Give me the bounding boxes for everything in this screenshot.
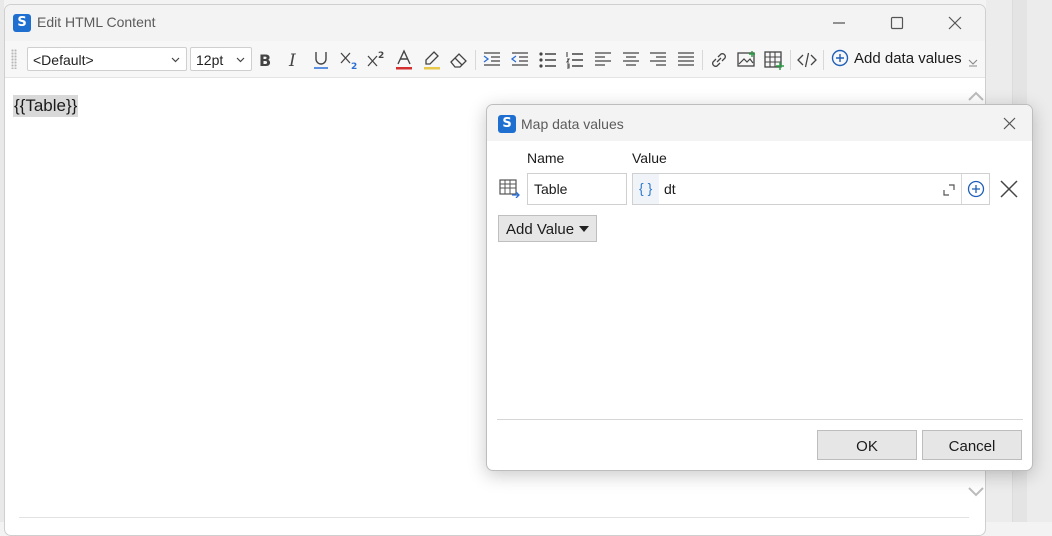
maximize-icon [890, 16, 904, 30]
app-logo-icon: S [498, 115, 516, 133]
toolbar-grip[interactable] [11, 49, 17, 69]
name-field[interactable]: Table [527, 173, 627, 205]
close-icon [948, 16, 962, 30]
highlighter-icon [424, 51, 440, 70]
minimize-icon [833, 22, 845, 24]
align-left-button[interactable] [592, 49, 614, 71]
value-field[interactable]: { } dt [632, 173, 990, 205]
dialog-title: Map data values [521, 116, 624, 132]
align-center-button[interactable] [620, 49, 642, 71]
highlight-button[interactable] [421, 49, 443, 71]
svg-text:2: 2 [351, 62, 357, 71]
justify-icon [678, 52, 694, 66]
expression-icon: { } [633, 174, 659, 204]
align-right-button[interactable] [647, 49, 669, 71]
italic-icon: I [288, 51, 296, 71]
column-header-name: Name [527, 150, 565, 166]
link-icon [712, 53, 726, 67]
bold-icon: B [259, 51, 271, 70]
svg-text:I: I [288, 51, 296, 71]
scroll-up-icon[interactable] [967, 90, 985, 102]
title-bar: S Edit HTML Content [5, 5, 985, 41]
minimize-button[interactable] [817, 9, 863, 37]
dialog-divider [497, 419, 1023, 420]
image-icon [737, 51, 755, 67]
indent-icon [483, 52, 500, 66]
align-center-icon [623, 52, 639, 66]
numbered-list-icon [565, 52, 583, 69]
insert-table-button[interactable] [763, 49, 785, 71]
toolbar-overflow-icon[interactable] [968, 57, 978, 67]
bullet-list-icon [539, 52, 556, 68]
eraser-icon [450, 53, 467, 68]
code-icon [797, 52, 817, 68]
column-header-value: Value [632, 150, 667, 166]
scroll-down-icon[interactable] [967, 486, 985, 498]
dialog-close-button[interactable] [994, 113, 1024, 135]
font-color-icon [396, 49, 412, 70]
underline-button[interactable] [310, 49, 332, 71]
superscript-button[interactable]: 2 [365, 49, 387, 71]
underline-icon [314, 52, 328, 69]
font-size-value: 12pt [196, 52, 224, 68]
font-color-button[interactable] [393, 49, 415, 71]
cancel-button[interactable]: Cancel [922, 430, 1022, 460]
style-select[interactable]: <Default> [27, 47, 187, 71]
subscript-button[interactable]: 2 [338, 49, 360, 71]
justify-button[interactable] [675, 49, 697, 71]
add-value-label: Add Value [506, 221, 575, 238]
caret-down-icon [579, 226, 589, 232]
align-left-icon [595, 52, 611, 66]
numbered-list-button[interactable] [564, 49, 586, 71]
chevron-down-icon [171, 57, 180, 63]
style-select-value: <Default> [33, 52, 94, 68]
footer-divider [19, 517, 969, 518]
svg-text:B: B [259, 51, 271, 70]
formatting-toolbar: <Default> 12pt B I 2 2 Add data values [5, 41, 985, 78]
app-logo-icon: S [13, 14, 31, 32]
dialog-title-bar: S Map data values [487, 105, 1032, 141]
toolbar-separator [823, 50, 824, 70]
insert-link-button[interactable] [708, 49, 730, 71]
plus-circle-icon[interactable] [967, 180, 985, 198]
superscript-icon: 2 [367, 51, 384, 67]
toolbar-separator [475, 50, 476, 70]
expand-icon[interactable] [942, 183, 956, 197]
subscript-icon: 2 [340, 52, 357, 71]
toolbar-separator [790, 50, 791, 70]
table-placeholder-tag[interactable]: {{Table}} [13, 95, 79, 117]
font-size-select[interactable]: 12pt [190, 47, 252, 71]
bold-button[interactable]: B [255, 49, 277, 71]
name-field-value: Table [534, 181, 568, 197]
close-icon [1003, 117, 1016, 130]
toolbar-separator [702, 50, 703, 70]
ok-button[interactable]: OK [817, 430, 917, 460]
clear-format-button[interactable] [448, 49, 470, 71]
italic-button[interactable]: I [283, 49, 305, 71]
value-field-divider [961, 174, 962, 204]
insert-image-button[interactable] [736, 49, 758, 71]
outdent-button[interactable] [509, 49, 531, 71]
chevron-down-icon [236, 57, 245, 63]
window-title: Edit HTML Content [37, 14, 156, 30]
close-button[interactable] [933, 9, 979, 37]
add-data-values-label: Add data values [854, 50, 962, 67]
plus-circle-icon [831, 49, 849, 67]
table-icon [764, 51, 784, 70]
indent-button[interactable] [481, 49, 503, 71]
outdent-icon [510, 52, 528, 66]
map-data-values-dialog: S Map data values Name Value Table { } d… [486, 104, 1033, 471]
maximize-button[interactable] [875, 9, 921, 37]
align-right-icon [650, 52, 666, 66]
table-data-icon [499, 179, 520, 198]
bullet-list-button[interactable] [537, 49, 559, 71]
add-value-button[interactable]: Add Value [498, 215, 597, 242]
delete-row-icon[interactable] [999, 179, 1019, 199]
value-field-value: dt [664, 181, 676, 197]
source-code-button[interactable] [796, 49, 818, 71]
svg-text:2: 2 [378, 51, 384, 61]
